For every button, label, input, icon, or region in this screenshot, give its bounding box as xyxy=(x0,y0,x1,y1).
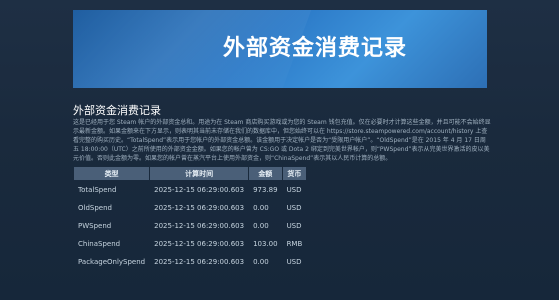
table-row: ChinaSpend 2025-12-15 06:29:00.603 103.0… xyxy=(74,235,306,252)
table-header-row: 类型 计算时间 金额 货币 xyxy=(74,167,307,180)
section-title: 外部资金消费记录 xyxy=(73,104,161,117)
cell-type: OldSpend xyxy=(78,203,112,212)
header-currency: 货币 xyxy=(282,167,307,180)
header-time: 计算时间 xyxy=(150,167,249,180)
cell-time: 2025-12-15 06:29:00.603 xyxy=(154,221,245,230)
cell-currency: RMB xyxy=(286,239,303,248)
cell-currency: USD xyxy=(286,221,302,230)
table-row: TotalSpend 2025-12-15 06:29:00.603 973.8… xyxy=(74,181,306,198)
section-description: 这是已经用于您 Steam 帐户的外部资金总和。用途为在 Steam 商店购买游… xyxy=(73,119,491,162)
cell-amount: 103.00 xyxy=(253,239,278,248)
cell-type: PWSpend xyxy=(78,221,112,230)
cell-time: 2025-12-15 06:29:00.603 xyxy=(154,239,245,248)
page-banner: 外部资金消费记录 xyxy=(73,10,487,88)
cell-currency: USD xyxy=(286,257,302,266)
table-row: PackageOnlySpend 2025-12-15 06:29:00.603… xyxy=(74,253,306,270)
cell-time: 2025-12-15 06:29:00.603 xyxy=(154,257,245,266)
banner-title: 外部资金消费记录 xyxy=(223,36,408,61)
table-row: PWSpend 2025-12-15 06:29:00.603 0.00 USD xyxy=(74,217,306,234)
cell-time: 2025-12-15 06:29:00.603 xyxy=(154,185,245,194)
cell-type: TotalSpend xyxy=(78,185,117,194)
header-amount: 金额 xyxy=(249,167,282,180)
cell-amount: 0.00 xyxy=(253,203,269,212)
cell-type: PackageOnlySpend xyxy=(78,257,146,266)
cell-currency: USD xyxy=(286,203,302,212)
cell-type: ChinaSpend xyxy=(78,239,121,248)
table-row: OldSpend 2025-12-15 06:29:00.603 0.00 US… xyxy=(74,199,306,216)
header-type: 类型 xyxy=(74,167,150,180)
spend-table: 类型 计算时间 金额 货币 TotalSpend 2025-12-15 06:2… xyxy=(73,166,307,271)
cell-amount: 0.00 xyxy=(253,257,269,266)
cell-currency: USD xyxy=(286,185,302,194)
cell-amount: 0.00 xyxy=(253,221,269,230)
cell-time: 2025-12-15 06:29:00.603 xyxy=(154,203,245,212)
cell-amount: 973.89 xyxy=(253,185,278,194)
